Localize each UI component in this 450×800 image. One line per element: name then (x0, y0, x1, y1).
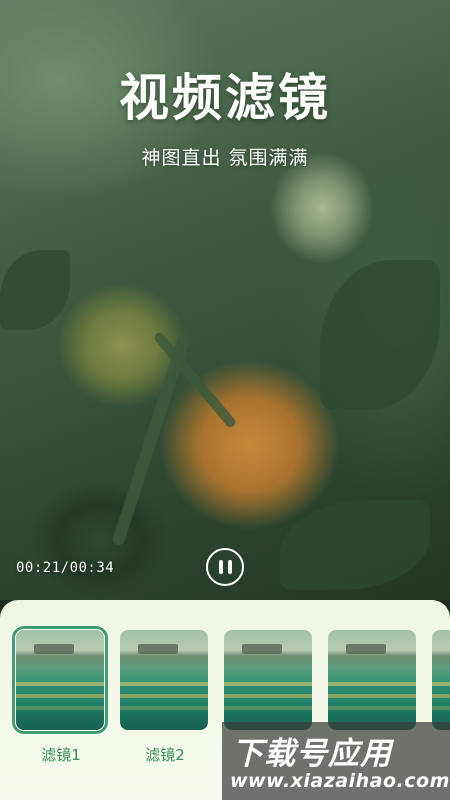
watermark-url: www.xiazaihao.com (230, 770, 450, 792)
filter-item-2[interactable]: 滤镜2 (120, 630, 210, 765)
filter-thumbnail[interactable] (12, 626, 108, 734)
site-watermark: 下载号应用 www.xiazaihao.com (222, 722, 450, 800)
pause-button[interactable] (206, 548, 244, 586)
filter-thumbnail[interactable] (432, 630, 450, 730)
filter-item-1[interactable]: 滤镜1 (12, 626, 108, 765)
filter-thumbnail[interactable] (224, 630, 312, 730)
pause-icon (218, 560, 223, 574)
page-title: 视频滤镜 (119, 69, 331, 127)
video-preview[interactable]: 视频滤镜 神图直出 氛围满满 00:21/00:34 (0, 0, 450, 600)
playback-time: 00:21/00:34 (16, 560, 115, 576)
page-subtitle: 神图直出 氛围满满 (141, 147, 309, 169)
filter-label: 滤镜2 (145, 746, 185, 764)
leaf (0, 250, 70, 330)
watermark-brand: 下载号应用 (232, 736, 392, 772)
leaf (320, 260, 440, 410)
leaf (280, 500, 430, 590)
filter-thumbnail[interactable] (120, 630, 208, 730)
filter-thumbnail[interactable] (328, 630, 416, 730)
pause-icon-bar (227, 560, 232, 574)
filter-label: 滤镜1 (41, 746, 81, 764)
